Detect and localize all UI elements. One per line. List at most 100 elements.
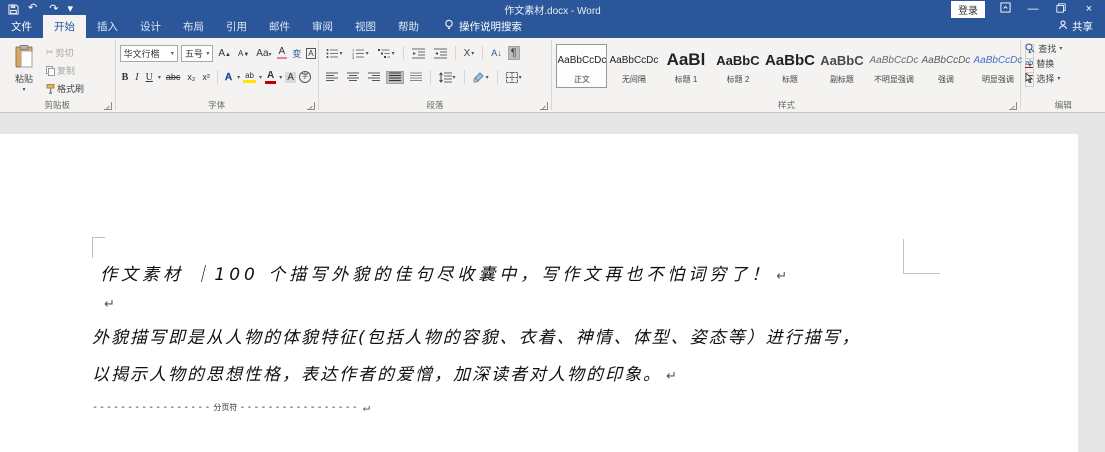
subscript-button[interactable]: x₂ bbox=[185, 72, 197, 82]
character-shading-button[interactable]: A bbox=[285, 71, 296, 83]
style-明显强调[interactable]: AaBbCcDc 明显强调 bbox=[972, 44, 1023, 88]
paste-button[interactable]: 粘贴 ▾ bbox=[4, 41, 44, 99]
show-hide-marks-button[interactable]: ¶ bbox=[507, 46, 520, 60]
multilevel-list-button[interactable]: ▾ bbox=[375, 47, 398, 60]
cut-button[interactable]: ✂ 剪切 bbox=[44, 45, 86, 60]
grow-font-button[interactable]: A ▲ bbox=[216, 48, 233, 59]
paragraph-mark-icon: ↵ bbox=[104, 297, 115, 312]
style-sample: AaBbC bbox=[716, 52, 760, 68]
tab-引用[interactable]: 引用 bbox=[215, 15, 258, 38]
ribbon: 粘贴 ▾ ✂ 剪切 复制 格式刷 剪贴板 华文行楷 ▾ 五号 ▾ A ▲ A ▼… bbox=[0, 38, 1105, 113]
increase-indent-button[interactable] bbox=[431, 47, 450, 60]
align-center-button[interactable] bbox=[344, 71, 362, 84]
close-button[interactable]: × bbox=[1081, 3, 1097, 15]
document-text-line[interactable]: 以揭示人物的思想性格，表达作者的爱憎，加深读者对人物的印象。 ↵ bbox=[92, 360, 677, 385]
tell-me-search[interactable]: 操作说明搜索 bbox=[444, 19, 522, 38]
style-强调[interactable]: AaBbCcDc 强调 bbox=[920, 44, 971, 88]
customize-qat-dropdown-icon[interactable]: ▾ bbox=[67, 3, 73, 15]
style-副标题[interactable]: AaBbC 副标题 bbox=[816, 44, 867, 88]
font-name-combo[interactable]: 华文行楷 ▾ bbox=[119, 44, 178, 62]
style-无间隔[interactable]: AaBbCcDc 无间隔 bbox=[608, 44, 659, 88]
tab-插入[interactable]: 插入 bbox=[86, 15, 129, 38]
replace-icon: ab bbox=[1025, 59, 1034, 68]
font-color-button[interactable]: A bbox=[265, 70, 277, 84]
redo-button[interactable]: ↷ bbox=[49, 3, 58, 15]
margin-crop-mark-right bbox=[903, 239, 940, 274]
text-effects-button[interactable]: A bbox=[223, 71, 234, 82]
document-text-line[interactable]: 外貌描写即是从人物的体貌特征(包括人物的容貌、衣着、神情、体型、姿态等）进行描写… bbox=[92, 323, 861, 348]
font-dialog-launcher[interactable] bbox=[306, 102, 315, 110]
find-button[interactable]: 查找 ▾ bbox=[1025, 42, 1103, 55]
share-button[interactable]: 共享 bbox=[1058, 19, 1105, 38]
tab-文件[interactable]: 文件 bbox=[0, 15, 43, 38]
select-button[interactable]: 选择 ▾ bbox=[1025, 71, 1103, 85]
tab-设计[interactable]: 设计 bbox=[129, 15, 172, 38]
style-标题 2[interactable]: AaBbC 标题 2 bbox=[712, 44, 763, 88]
bullets-button[interactable]: ▾ bbox=[323, 47, 346, 60]
format-painter-button[interactable]: 格式刷 bbox=[44, 81, 86, 96]
phonetic-guide-button[interactable]: 变 bbox=[290, 47, 303, 60]
paragraph-group-label: 段落 bbox=[426, 100, 444, 110]
strikethrough-button[interactable]: abc bbox=[164, 72, 183, 82]
highlight-color-button[interactable]: ab bbox=[243, 71, 257, 83]
underline-button[interactable]: U bbox=[144, 72, 155, 83]
numbering-button[interactable]: 123 ▾ bbox=[349, 47, 372, 60]
font-group-label: 字体 bbox=[208, 100, 226, 110]
paragraph-dialog-launcher[interactable] bbox=[540, 102, 549, 110]
style-sample: AaBbCcDc bbox=[609, 54, 659, 66]
style-标题[interactable]: AaBbC 标题 bbox=[764, 44, 815, 88]
justify-button[interactable] bbox=[385, 70, 404, 84]
bold-button[interactable]: B bbox=[120, 72, 131, 83]
asian-layout-button[interactable]: X ▾ bbox=[461, 47, 478, 60]
editing-group: 查找 ▾ ab 替换 选择 ▾ 编辑 bbox=[1021, 38, 1105, 112]
change-case-button[interactable]: Aa ▾ bbox=[254, 48, 273, 59]
style-sample: AaBbCcDc bbox=[869, 54, 919, 66]
style-name: 标题 2 bbox=[726, 75, 750, 84]
font-size-combo[interactable]: 五号 ▾ bbox=[180, 44, 214, 62]
shading-button[interactable]: ▾ bbox=[470, 71, 492, 84]
ribbon-display-options-icon[interactable] bbox=[997, 2, 1013, 16]
decrease-indent-button[interactable] bbox=[409, 47, 428, 60]
tab-开始[interactable]: 开始 bbox=[43, 15, 86, 38]
enclose-characters-button[interactable]: 字 bbox=[298, 71, 311, 83]
document-text-line[interactable]: 作文素材 ｜100 个描写外貌的佳句尽收囊中，写作文再也不怕词穷了！ ↵ bbox=[100, 260, 787, 285]
clipboard-dialog-launcher[interactable] bbox=[103, 102, 112, 110]
tab-布局[interactable]: 布局 bbox=[172, 15, 215, 38]
line-spacing-button[interactable]: ▾ bbox=[436, 71, 459, 84]
cursor-icon bbox=[1025, 71, 1034, 85]
margin-crop-mark-left bbox=[92, 237, 105, 258]
style-正文[interactable]: AaBbCcDc 正文 bbox=[556, 44, 608, 88]
restore-button[interactable] bbox=[1053, 2, 1069, 16]
clear-formatting-button[interactable]: A bbox=[276, 47, 288, 59]
tab-审阅[interactable]: 审阅 bbox=[301, 15, 344, 38]
sign-in-button[interactable]: 登录 bbox=[951, 0, 985, 18]
align-right-button[interactable] bbox=[365, 71, 383, 84]
tab-帮助[interactable]: 帮助 bbox=[387, 15, 430, 38]
document-text-line[interactable]: ↵ bbox=[100, 293, 115, 313]
undo-button[interactable]: ↶▾ bbox=[28, 2, 40, 16]
tab-视图[interactable]: 视图 bbox=[344, 15, 387, 38]
style-name: 正文 bbox=[573, 75, 590, 84]
save-icon[interactable] bbox=[8, 3, 19, 15]
style-sample: AaBbCcDc bbox=[973, 54, 1023, 66]
style-name: 明显强调 bbox=[981, 75, 1014, 84]
shrink-font-button[interactable]: A ▼ bbox=[236, 49, 251, 58]
borders-button[interactable]: ▾ bbox=[503, 71, 525, 84]
copy-button[interactable]: 复制 bbox=[44, 63, 86, 78]
italic-button[interactable]: I bbox=[133, 72, 140, 83]
superscript-button[interactable]: x² bbox=[200, 72, 212, 82]
minimize-button[interactable]: — bbox=[1025, 3, 1041, 15]
style-不明显强调[interactable]: AaBbCcDc 不明显强调 bbox=[868, 44, 919, 88]
paste-dropdown-icon[interactable]: ▾ bbox=[22, 86, 25, 93]
replace-button[interactable]: ab 替换 bbox=[1025, 57, 1103, 70]
distribute-button[interactable] bbox=[407, 71, 425, 84]
style-sample: AaBl bbox=[666, 50, 706, 69]
styles-dialog-launcher[interactable] bbox=[1009, 102, 1018, 110]
styles-group: AaBbCcDc 正文 AaBbCcDc 无间隔 AaBl 标题 1 AaBbC 标题 2 Aa… bbox=[552, 38, 1035, 112]
style-标题 1[interactable]: AaBl 标题 1 bbox=[660, 44, 711, 88]
tab-邮件[interactable]: 邮件 bbox=[258, 15, 301, 38]
sort-button[interactable]: A↓ bbox=[488, 47, 505, 59]
scissors-icon: ✂ bbox=[46, 47, 54, 57]
align-left-button[interactable] bbox=[323, 71, 341, 84]
character-border-button[interactable]: A bbox=[306, 47, 316, 59]
